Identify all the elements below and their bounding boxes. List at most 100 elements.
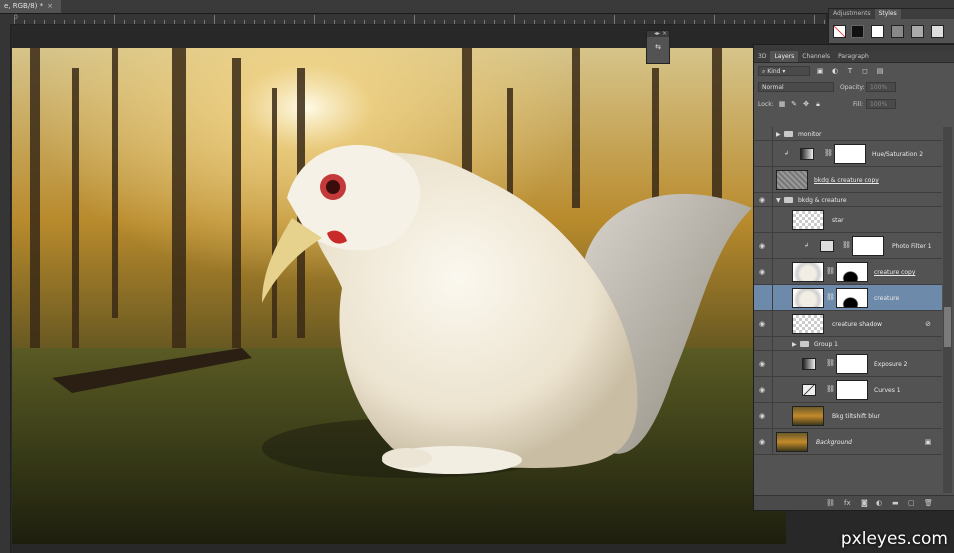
layer-row-hue-saturation-2[interactable]: ↲ ⛓ Hue/Saturation 2 — [754, 141, 942, 167]
link-layers-icon[interactable]: ⛓ — [826, 499, 835, 507]
link-icon[interactable]: ⛓ — [826, 359, 835, 367]
ruler-tick — [44, 20, 45, 24]
tab-paragraph[interactable]: Paragraph — [834, 51, 873, 62]
layer-row-curves-1[interactable]: ◉ ⛓ Curves 1 — [754, 377, 942, 403]
document-tab[interactable]: e, RGB/8) * × — [0, 0, 61, 13]
layer-row-bkdg-creature[interactable]: ◉ ▼ bkdg & creature — [754, 193, 942, 207]
link-icon[interactable]: ⛓ — [826, 267, 835, 275]
tool-icon[interactable]: ⇆ — [654, 43, 662, 51]
lock-position-icon[interactable]: ✥ — [802, 100, 810, 108]
filter-kind-select[interactable]: ⌕ Kind ▾ — [758, 66, 810, 76]
lock-image-icon[interactable]: ✎ — [790, 100, 798, 108]
ruler-tick — [674, 20, 675, 24]
ruler-tick — [324, 20, 325, 24]
ruler-tick — [414, 15, 415, 24]
visibility-eye-icon[interactable]: ◉ — [759, 196, 768, 204]
filter-smart-icon[interactable]: ▤ — [876, 67, 884, 75]
ruler-tick — [134, 20, 135, 24]
link-icon[interactable]: ⛓ — [826, 293, 835, 301]
trash-icon[interactable]: 🗑︎ — [924, 499, 933, 507]
filter-shape-icon[interactable]: ◻ — [861, 67, 869, 75]
tab-layers[interactable]: Layers — [770, 51, 799, 62]
ruler-tick — [754, 20, 755, 24]
style-swatch-gray[interactable] — [891, 25, 904, 38]
layer-row-photo-filter-1[interactable]: ◉ ↲ ⛓ Photo Filter 1 — [754, 233, 942, 259]
filter-adjustment-icon[interactable]: ◐ — [831, 67, 839, 75]
link-icon[interactable]: ⛓ — [824, 149, 833, 157]
add-mask-icon[interactable]: ◙ — [861, 499, 868, 507]
layer-row-creature-copy[interactable]: ◉ ⛓ creature copy — [754, 259, 942, 285]
new-layer-icon[interactable]: ▢ — [908, 499, 915, 507]
filter-pixel-icon[interactable]: ▣ — [816, 67, 824, 75]
visibility-eye-icon[interactable]: ◉ — [759, 386, 768, 394]
layer-row-creature-shadow[interactable]: ◉ creature shadow ⊘ — [754, 311, 942, 337]
expand-caret-icon[interactable]: ▶ — [792, 341, 797, 348]
style-swatch-black[interactable] — [851, 25, 864, 38]
layer-row-creature[interactable]: ⛓ creature — [754, 285, 942, 311]
layer-name: monitor — [798, 131, 822, 138]
layer-row-star[interactable]: star — [754, 207, 942, 233]
vertical-ruler[interactable] — [0, 24, 11, 553]
layer-mask-thumbnail[interactable] — [836, 380, 868, 400]
blend-mode-select[interactable]: Normal — [758, 82, 834, 92]
opacity-input[interactable]: 100% — [866, 82, 896, 92]
layer-thumbnail[interactable] — [792, 288, 824, 308]
image-canvas[interactable] — [12, 48, 786, 544]
new-adjustment-icon[interactable]: ◐ — [876, 499, 882, 507]
tab-channels[interactable]: Channels — [798, 51, 834, 62]
folder-icon — [800, 341, 809, 347]
layer-thumbnail[interactable] — [792, 314, 824, 334]
visibility-eye-icon[interactable]: ◉ — [759, 360, 768, 368]
tab-styles[interactable]: Styles — [874, 9, 901, 19]
tab-adjustments[interactable]: Adjustments — [829, 9, 875, 19]
layer-row-bkdg-creature-copy[interactable]: bkdg & creature copy — [754, 167, 942, 193]
fill-input[interactable]: 100% — [866, 99, 896, 109]
layer-row-group-1[interactable]: ▶ Group 1 — [754, 337, 942, 351]
collapse-caret-icon[interactable]: ▼ — [776, 197, 781, 204]
layer-name: Exposure 2 — [874, 361, 908, 368]
layer-thumbnail[interactable] — [792, 262, 824, 282]
fill-label: Fill: — [853, 101, 864, 108]
expand-caret-icon[interactable]: ▶ — [776, 131, 781, 138]
visibility-eye-icon[interactable]: ◉ — [759, 242, 768, 250]
ruler-tick — [474, 20, 475, 24]
style-swatch-lightgray[interactable] — [911, 25, 924, 38]
filter-type-icon[interactable]: T — [846, 67, 854, 75]
visibility-eye-icon[interactable]: ◉ — [759, 438, 768, 446]
layer-thumbnail[interactable] — [776, 432, 808, 452]
horizontal-ruler[interactable]: 0 — [0, 14, 826, 25]
layer-mask-thumbnail[interactable] — [836, 354, 868, 374]
layer-thumbnail[interactable] — [776, 170, 808, 190]
visibility-eye-icon[interactable]: ◉ — [759, 320, 768, 328]
layer-mask-thumbnail[interactable] — [836, 262, 868, 282]
mini-toolbox-bar[interactable]: ◂▸ × — [647, 31, 669, 37]
visibility-eye-icon[interactable]: ◉ — [759, 412, 768, 420]
layer-mask-thumbnail[interactable] — [836, 288, 868, 308]
fx-icon[interactable]: fx — [844, 499, 851, 507]
scrollbar-thumb[interactable] — [944, 307, 951, 347]
style-swatch-white[interactable] — [871, 25, 884, 38]
layer-row-exposure-2[interactable]: ◉ ⛓ Exposure 2 — [754, 351, 942, 377]
link-icon[interactable]: ⛓ — [842, 241, 851, 249]
new-group-icon[interactable]: ▬ — [892, 499, 899, 507]
tab-3d[interactable]: 3D — [754, 51, 770, 62]
style-swatch-none[interactable] — [833, 25, 846, 38]
layer-thumbnail[interactable] — [792, 210, 824, 230]
link-icon[interactable]: ⛓ — [826, 385, 835, 393]
ruler-tick — [524, 20, 525, 24]
layers-panel-footer: ⛓ fx ◙ ◐ ▬ ▢ 🗑︎ — [754, 495, 954, 510]
lock-all-icon[interactable]: 🔒︎ — [814, 100, 822, 108]
opacity-value: 100% — [870, 84, 888, 91]
layer-thumbnail[interactable] — [792, 406, 824, 426]
layer-row-bkg-tiltshift-blur[interactable]: ◉ Bkg tiltshift blur — [754, 403, 942, 429]
close-tab-icon[interactable]: × — [47, 2, 53, 10]
style-swatch-silver[interactable] — [931, 25, 944, 38]
layer-row-background[interactable]: ◉ Background ▣ — [754, 429, 942, 455]
layer-row-monitor[interactable]: ▶ monitor — [754, 127, 942, 141]
layers-scrollbar[interactable] — [943, 127, 952, 493]
visibility-eye-icon[interactable]: ◉ — [759, 268, 768, 276]
layer-mask-thumbnail[interactable] — [852, 236, 884, 256]
lock-transparent-icon[interactable]: ▦ — [778, 100, 786, 108]
ruler-tick — [164, 20, 165, 24]
layer-mask-thumbnail[interactable] — [834, 144, 866, 164]
